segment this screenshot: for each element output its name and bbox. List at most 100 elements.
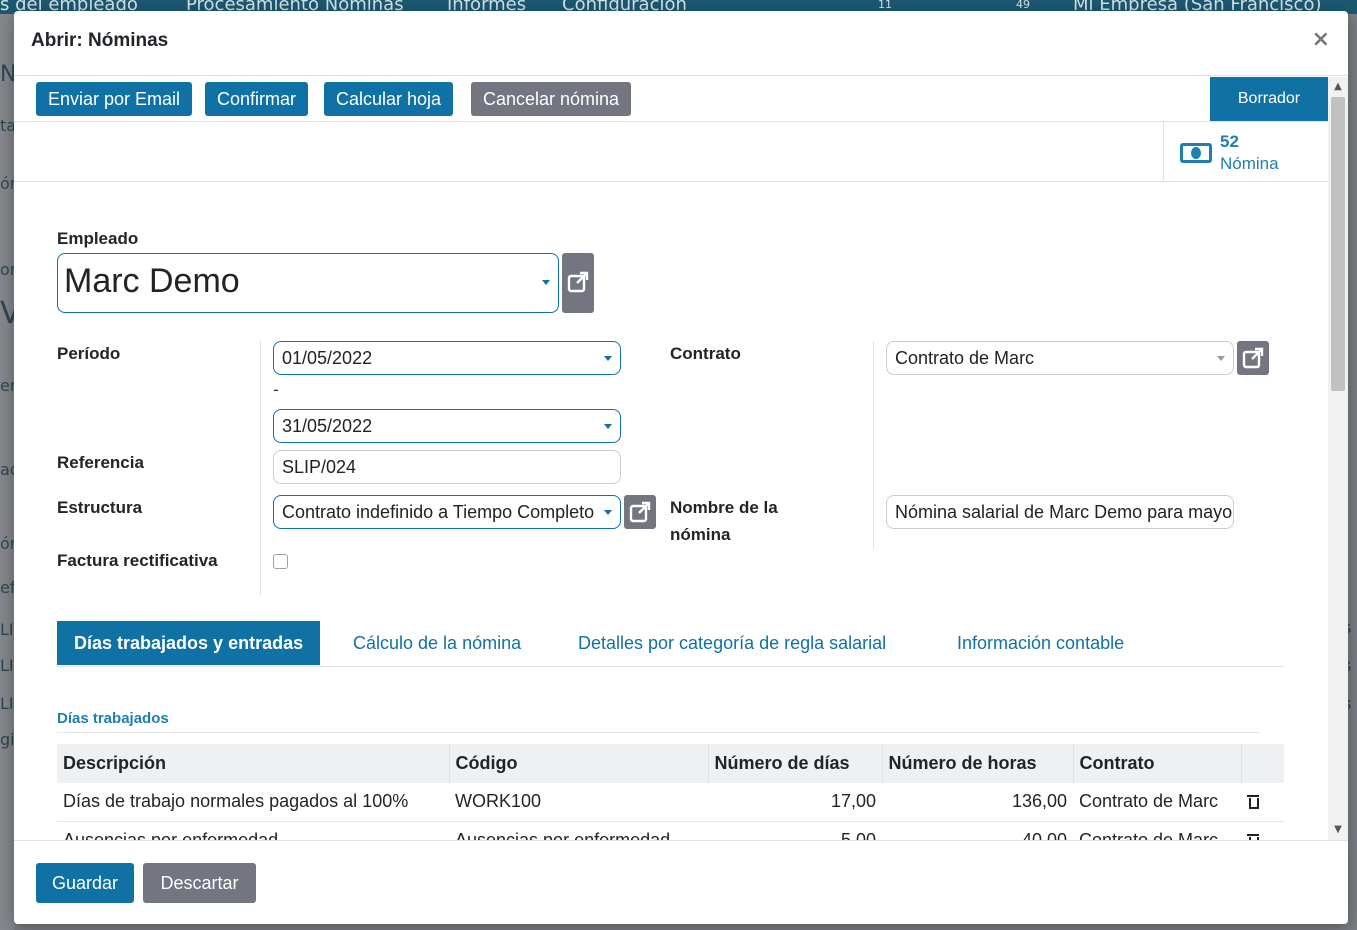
payslip-count: 52 bbox=[1220, 132, 1239, 151]
bg-fragment: eri bbox=[0, 376, 14, 395]
row-contract: Contrato de Marc bbox=[1073, 821, 1241, 840]
date-separator: - bbox=[273, 380, 279, 399]
scroll-down-icon[interactable]: ▼ bbox=[1328, 820, 1348, 840]
reference-label: Referencia bbox=[57, 453, 144, 472]
external-link-icon bbox=[1242, 347, 1264, 369]
structure-external-link-button[interactable] bbox=[624, 495, 656, 529]
employee-value: Marc Demo bbox=[64, 262, 240, 300]
tab-worked-days[interactable]: Días trabajados y entradas bbox=[57, 621, 321, 665]
background-right-fragments: s s s bbox=[1347, 14, 1357, 930]
money-bill-icon bbox=[1180, 143, 1212, 163]
payslip-count-label: Nómina bbox=[1220, 154, 1279, 173]
column-contract[interactable]: Contrato bbox=[1073, 744, 1242, 783]
contract-external-link-button[interactable] bbox=[1237, 341, 1269, 375]
employee-label: Empleado bbox=[57, 229, 139, 248]
employee-external-link-button[interactable] bbox=[562, 253, 594, 313]
bg-fragment: ta bbox=[0, 116, 14, 135]
bg-badge-messages: 11 bbox=[878, 0, 892, 11]
left-group-divider bbox=[260, 341, 261, 595]
row-description: Días de trabajo normales pagados al 100% bbox=[57, 783, 449, 822]
period-label: Período bbox=[57, 344, 121, 363]
trash-icon[interactable] bbox=[1247, 832, 1259, 840]
contract-value: Contrato de Marc bbox=[895, 348, 1035, 368]
structure-label: Estructura bbox=[57, 498, 143, 517]
table-row[interactable]: Ausencias por enfermedad Ausencias por e… bbox=[57, 821, 1284, 840]
external-link-icon bbox=[629, 501, 651, 523]
dialog-header: Abrir: Nóminas × bbox=[14, 11, 1348, 76]
tab-payslip-computation[interactable]: Cálculo de la nómina bbox=[353, 621, 521, 665]
confirm-button[interactable]: Confirmar bbox=[205, 82, 309, 116]
background-left-fragments: N ta ón or V eri ac ón ef LII LII LII gi bbox=[0, 14, 14, 930]
payslip-name-label-2: nómina bbox=[670, 525, 731, 544]
date-to-field[interactable]: 31/05/2022 bbox=[273, 409, 621, 443]
column-actions bbox=[1241, 744, 1284, 783]
structure-field[interactable]: Contrato indefinido a Tiempo Completo bbox=[273, 495, 621, 529]
discard-button[interactable]: Descartar bbox=[143, 863, 256, 903]
worked-days-title: Días trabajados bbox=[57, 710, 169, 727]
scroll-thumb[interactable] bbox=[1331, 97, 1345, 391]
save-button[interactable]: Guardar bbox=[36, 863, 134, 903]
credit-note-label: Factura rectificativa bbox=[57, 551, 218, 570]
table-row[interactable]: Días de trabajo normales pagados al 100%… bbox=[57, 783, 1284, 822]
send-email-button[interactable]: Enviar por Email bbox=[36, 82, 193, 116]
bg-fragment: or bbox=[0, 260, 14, 279]
credit-note-checkbox[interactable] bbox=[273, 554, 288, 569]
row-delete[interactable] bbox=[1241, 821, 1284, 840]
dialog-title: Abrir: Nóminas bbox=[31, 30, 169, 51]
row-contract: Contrato de Marc bbox=[1073, 783, 1241, 822]
section-divider bbox=[57, 732, 1260, 733]
trash-icon[interactable] bbox=[1247, 793, 1259, 810]
button-box: 52 Nómina bbox=[14, 122, 1328, 182]
row-delete[interactable] bbox=[1241, 783, 1284, 822]
employee-field[interactable]: Marc Demo bbox=[57, 253, 559, 313]
tab-salary-rule-details[interactable]: Detalles por categoría de regla salarial bbox=[578, 621, 886, 665]
bg-fragment: V bbox=[0, 296, 14, 331]
bg-fragment: LII bbox=[0, 620, 14, 639]
payslip-count-smart-button[interactable]: 52 Nómina bbox=[1163, 122, 1328, 181]
date-to-value: 31/05/2022 bbox=[282, 416, 373, 436]
external-link-icon bbox=[567, 271, 589, 293]
bg-fragment: gi bbox=[0, 730, 14, 749]
dialog-body: Enviar por Email Confirmar Calcular hoja… bbox=[14, 77, 1348, 840]
state-draft-badge[interactable]: Borrador bbox=[1210, 77, 1328, 121]
payslip-name-value: Nómina salarial de Marc Demo para mayo-2… bbox=[895, 502, 1233, 522]
payslip-name-label: Nombre de la bbox=[670, 498, 778, 517]
right-group-divider bbox=[873, 341, 874, 549]
bg-fragment: LII bbox=[0, 656, 14, 675]
scroll-up-icon[interactable]: ▲ bbox=[1328, 77, 1348, 97]
bg-fragment: N bbox=[0, 62, 14, 87]
row-code: Ausencias por enfermedad bbox=[449, 821, 708, 840]
compute-sheet-button[interactable]: Calcular hoja bbox=[324, 82, 454, 116]
notebook-tabs: Días trabajados y entradas Cálculo de la… bbox=[57, 621, 1284, 667]
reference-field[interactable]: SLIP/024 bbox=[273, 450, 621, 484]
row-days: 17,00 bbox=[708, 783, 882, 822]
column-description[interactable]: Descripción bbox=[57, 744, 450, 783]
structure-value: Contrato indefinido a Tiempo Completo bbox=[282, 502, 595, 522]
payslip-dialog: Abrir: Nóminas × Enviar por Email Confir… bbox=[14, 11, 1348, 924]
date-from-field[interactable]: 01/05/2022 bbox=[273, 341, 621, 375]
column-days[interactable]: Número de días bbox=[708, 744, 883, 783]
dialog-scrollbar[interactable]: ▲ ▼ bbox=[1328, 77, 1348, 840]
bg-badge-activities: 49 bbox=[1016, 0, 1030, 11]
tab-accounting-info[interactable]: Información contable bbox=[957, 621, 1124, 665]
payslip-name-field[interactable]: Nómina salarial de Marc Demo para mayo-2… bbox=[886, 495, 1234, 529]
reference-value: SLIP/024 bbox=[282, 457, 357, 477]
row-days: 5,00 bbox=[708, 821, 882, 840]
row-code: WORK100 bbox=[449, 783, 708, 822]
cancel-payslip-button[interactable]: Cancelar nómina bbox=[471, 82, 632, 116]
date-from-value: 01/05/2022 bbox=[282, 348, 373, 368]
table-header-row: Descripción Código Número de días Número… bbox=[57, 744, 1284, 783]
contract-field[interactable]: Contrato de Marc bbox=[886, 341, 1234, 375]
dialog-footer: Guardar Descartar bbox=[14, 840, 1348, 924]
bg-fragment: ón bbox=[0, 534, 14, 553]
worked-days-table: Descripción Código Número de días Número… bbox=[57, 744, 1284, 840]
bg-fragment: ac bbox=[0, 460, 14, 479]
statusbar: Enviar por Email Confirmar Calcular hoja… bbox=[14, 77, 1328, 122]
close-icon[interactable]: × bbox=[1312, 27, 1330, 52]
column-code[interactable]: Código bbox=[449, 744, 709, 783]
bg-fragment: LII bbox=[0, 694, 14, 713]
bg-fragment: ón bbox=[0, 174, 14, 193]
contract-label: Contrato bbox=[670, 344, 741, 363]
row-hours: 40,00 bbox=[882, 821, 1073, 840]
column-hours[interactable]: Número de horas bbox=[882, 744, 1074, 783]
